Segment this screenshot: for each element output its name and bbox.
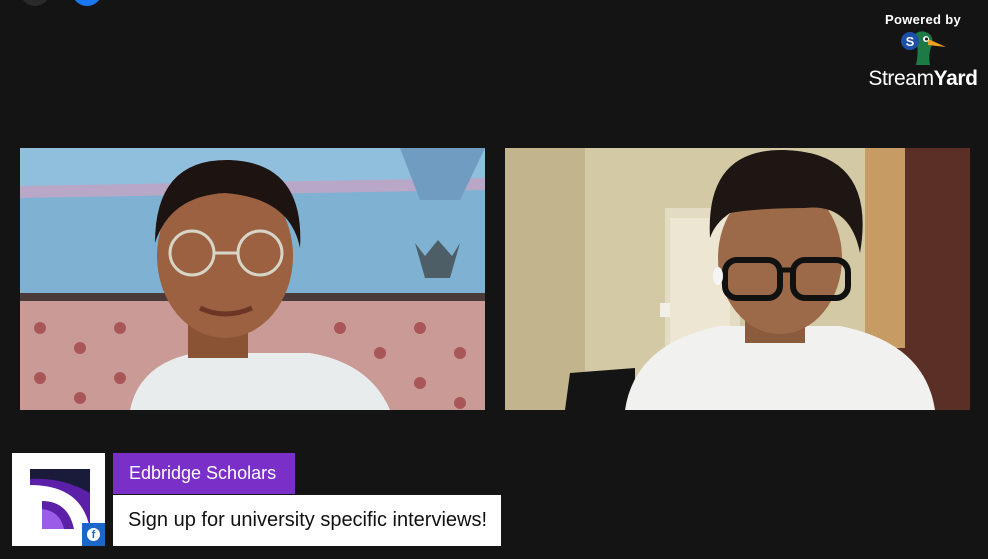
facebook-icon: f: [87, 528, 100, 541]
facebook-icon: [72, 0, 102, 6]
participant-left-camera: [20, 148, 485, 410]
participant-video-right: [505, 148, 970, 410]
channel-avatar-icon: [20, 0, 50, 6]
svg-text:S: S: [906, 34, 915, 49]
facebook-badge: f: [82, 523, 105, 546]
powered-by-label: Powered by: [885, 12, 961, 27]
top-platform-icons: [20, 0, 102, 6]
edbridge-logo: f: [12, 453, 105, 546]
streamyard-wordmark: StreamYard: [868, 67, 978, 90]
streamyard-duck-icon: S: [901, 31, 946, 65]
banner-message: Sign up for university specific intervie…: [113, 495, 501, 546]
participant-right-camera: [505, 148, 970, 410]
streamyard-branding: Powered by S StreamYard: [868, 12, 978, 91]
participant-video-left: [20, 148, 485, 410]
banner-name-tag: Edbridge Scholars: [113, 453, 295, 494]
